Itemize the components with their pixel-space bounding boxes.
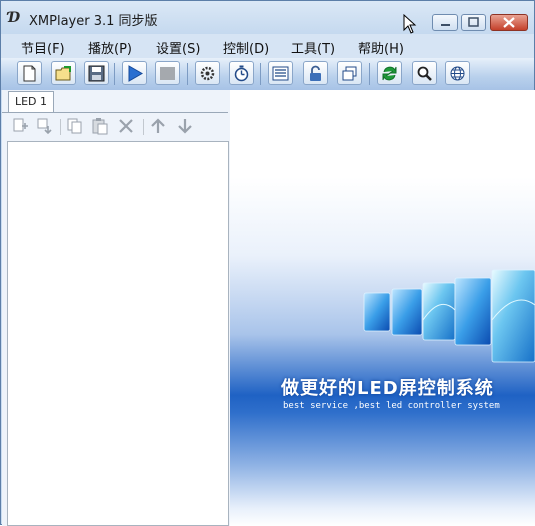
open-button[interactable]	[51, 61, 76, 85]
settings-button[interactable]	[195, 61, 220, 85]
maximize-button[interactable]	[461, 14, 486, 31]
minimize-button[interactable]	[432, 14, 458, 31]
tab-led-1[interactable]: LED 1	[8, 91, 54, 113]
paste-icon[interactable]	[91, 117, 109, 135]
lock-icon	[310, 65, 321, 81]
open-folder-icon	[55, 66, 71, 81]
zoom-button[interactable]	[412, 61, 437, 85]
refresh-icon	[382, 66, 397, 81]
play-icon	[128, 65, 143, 82]
timer-button[interactable]	[229, 61, 254, 85]
copy-icon[interactable]	[66, 117, 84, 135]
move-down-icon[interactable]	[176, 117, 194, 135]
new-document-icon	[23, 65, 36, 82]
lock-button[interactable]	[303, 61, 328, 85]
app-window: Ɗ XMPlayer 3.1 同步版 节目(F) 播放(P) 设置(S) 控制(…	[0, 0, 535, 526]
windows-button[interactable]	[337, 61, 362, 85]
stop-button	[155, 61, 180, 85]
program-list[interactable]	[7, 141, 229, 526]
splash-preview: 做更好的LED屏控制系统 best service ,best led cont…	[230, 90, 535, 526]
save-button[interactable]	[84, 61, 109, 85]
windows-icon	[342, 66, 357, 81]
add-area-icon[interactable]	[36, 117, 54, 135]
menu-play[interactable]: 播放(P)	[88, 38, 132, 57]
screen-list-icon	[272, 66, 289, 81]
menu-program[interactable]: 节目(F)	[21, 38, 65, 57]
menu-settings[interactable]: 设置(S)	[156, 38, 200, 57]
stop-icon	[160, 67, 175, 80]
splash-slogan-english: best service ,best led controller system	[283, 401, 500, 411]
network-globe-icon	[450, 66, 465, 81]
timer-icon	[234, 65, 249, 82]
refresh-button[interactable]	[377, 61, 402, 85]
mouse-cursor-icon	[403, 14, 417, 34]
close-button[interactable]	[490, 14, 528, 31]
play-button[interactable]	[122, 61, 147, 85]
title-bar[interactable]: Ɗ XMPlayer 3.1 同步版	[1, 1, 534, 34]
move-up-icon[interactable]	[149, 117, 167, 135]
menu-bar: 节目(F) 播放(P) 设置(S) 控制(D) 工具(T) 帮助(H)	[1, 34, 534, 58]
add-program-icon[interactable]	[12, 117, 30, 135]
delete-icon[interactable]	[117, 117, 135, 135]
main-toolbar	[1, 58, 534, 90]
program-toolbar	[6, 114, 228, 140]
close-icon	[503, 17, 515, 28]
screen-list-button[interactable]	[268, 61, 293, 85]
menu-help[interactable]: 帮助(H)	[358, 38, 404, 57]
splash-slogan: 做更好的LED屏控制系统	[281, 378, 494, 399]
app-logo-icon: Ɗ	[8, 10, 21, 26]
window-title: XMPlayer 3.1 同步版	[29, 14, 158, 29]
led-panels-graphic	[363, 269, 535, 363]
menu-control[interactable]: 控制(D)	[223, 38, 269, 57]
new-button[interactable]	[17, 61, 42, 85]
menu-tools[interactable]: 工具(T)	[291, 38, 335, 57]
maximize-icon	[468, 17, 479, 27]
minimize-icon	[441, 24, 450, 26]
network-button[interactable]	[445, 61, 470, 85]
zoom-icon	[417, 66, 432, 81]
settings-gear-icon	[200, 66, 215, 81]
save-icon	[88, 65, 105, 82]
